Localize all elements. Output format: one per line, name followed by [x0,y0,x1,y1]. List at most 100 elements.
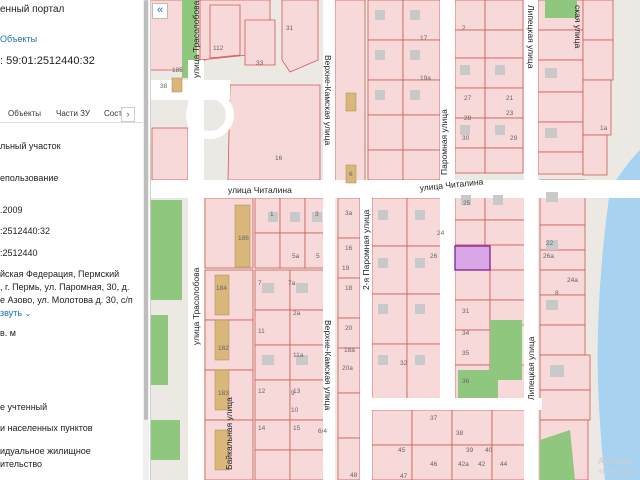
parcel-label: 6/4 [318,428,327,435]
parcel-label: 16 [275,155,283,162]
parcel-label: 33 [256,60,264,67]
parcel-label: 29 [510,135,518,142]
cadastral-number-title: : 59:01:2512440:32 [0,55,95,67]
tab-more-button[interactable]: › [121,107,135,122]
parcel-label: 38 [456,430,464,437]
selected-parcel[interactable] [454,245,491,271]
parcel-label: 45 [398,447,406,454]
street-label-lipetskaya-bottom: Липецкая улица [526,336,536,400]
parcel-label: 2 [462,25,466,32]
parcel-label: 11a [293,352,304,359]
parcel-label: 38 [160,83,168,90]
activation-watermark-line2: чтобы акти [598,468,634,475]
address-line-2: , г. Пермь, ул. Паромная, 30, д. [0,282,130,292]
status-value: е учтенный [0,402,48,412]
parcel-label: 36 [462,378,470,385]
parcel-label: 3a [345,210,353,217]
parcel-label: 40 [485,447,493,454]
street-label-verkhne-kamskaya-bottom: Верхне-Камская улица [323,320,333,411]
street-label-top-right: ская улица [573,5,583,48]
category-value: и населенных пунктов [0,423,93,433]
parcel-label: 31 [462,308,470,315]
parcel-label: 22 [546,240,554,247]
cad-number-value: :2512440:32 [0,226,51,236]
parcel-label: 7a [288,280,296,287]
parcel-label: 3 [315,211,319,218]
parcel-label: 42 [478,461,486,468]
street-label-verkhne-kamskaya-top: Верхне-Камская улица [323,55,333,146]
parcel-label: 30 [462,135,470,142]
parcel-label: 35 [462,350,470,357]
parcel-label: 24 [437,230,445,237]
date-value: .2009 [0,205,23,215]
street-label-lipetskaya-top: Липецкая улица [526,5,536,69]
parcel-label: 39 [466,447,474,454]
parcel-label: 21 [506,95,514,102]
info-panel: енный портал Объекты : 59:01:2512440:32 … [0,0,151,480]
parcel-label: 18a [344,347,355,354]
cad-quarter-value: :2512440 [0,248,38,258]
parcel-label: 1a [600,125,608,132]
parcel-label: 8 [555,290,559,297]
parcel-label: 47 [400,473,408,480]
parcel-label: 20a [342,365,353,372]
parcel-label: 14 [258,425,266,432]
parcel-label: 182 [218,345,229,352]
parcel-label: 9 [291,390,295,397]
parcel-label: 1 [270,211,274,218]
street-label-paromnaya-2: 2-я Паромная улица [361,209,371,290]
parcel-label: 17 [420,35,428,42]
parcel-label: 183 [218,390,229,397]
cadastral-map[interactable]: 112 31 33 185 184 38 16 3 1 2 5 6 3a 7 7… [150,0,640,480]
parcel-label: 42a [458,461,469,468]
parcel-label: 5 [316,253,320,260]
permitted-use-line-2: ительство [0,459,43,469]
parcel-label: 44 [500,461,508,468]
usage-value: епользование [0,173,59,183]
parcel-label: 2a [293,310,301,317]
street-label-chitalina-left: улица Читалина [228,185,292,195]
address-expand-link[interactable]: звуть ⌄ [0,308,31,318]
permitted-use-line-1: идуальное жилищное [0,446,91,456]
parcel-label: 20 [345,325,353,332]
objects-link[interactable]: Объекты [0,34,37,44]
parcel-label: 11 [258,328,265,335]
collapse-panel-button[interactable]: « [152,3,168,19]
parcel-label: 25 [463,200,471,207]
street-label-trasolobova-top: улица Трасолобова [191,0,201,78]
area-unit: в. м [0,328,16,338]
parcel-label: 185 [172,67,183,74]
parcel-label: 18 [345,285,353,292]
panel-scrollbar[interactable] [143,0,149,480]
parcel-label: 31 [286,25,294,32]
tab-objects[interactable]: Объекты [8,109,41,118]
parcel-label: 37 [430,415,438,422]
parcel-label: 6 [349,171,353,178]
chevron-down-icon: ⌄ [24,309,32,318]
parcel-label: 112 [213,45,224,52]
tab-parts[interactable]: Части ЗУ [56,109,90,118]
map-canvas: 112 31 33 185 184 38 16 3 1 2 5 6 3a 7 7… [150,0,640,480]
parcel-label: 5a [292,253,300,260]
parcel-label: 28 [464,115,472,122]
parcel-label: 27 [464,95,472,102]
tabs-divider [0,122,143,123]
parcel-label: 26a [543,253,554,260]
parcel-label: 15 [293,425,301,432]
panel-scrollbar-thumb[interactable] [144,0,148,420]
address-line-3: е Азово, ул. Молотова д. 30, с/п [0,295,133,305]
street-label-baikalnaya: Байкальная улица [224,397,234,470]
parcel-label: 23 [506,110,514,117]
parcel-label: 186 [238,235,249,242]
parcel-label: 12 [258,388,266,395]
parcel-label: 19 [342,265,350,272]
parcel-label: 26 [430,253,438,260]
parcel-label: 48 [350,472,358,479]
parcel-label: 7 [258,280,262,287]
parcel-label: 16 [345,245,353,252]
activation-watermark: Активац [598,456,633,466]
address-line-1: йская Федерация, Пермский [0,269,120,279]
parcel-label: 184 [216,285,227,292]
street-label-trasolobova-bottom: улица Трасолобова [191,267,201,345]
parcel-label: 19a [420,75,431,82]
